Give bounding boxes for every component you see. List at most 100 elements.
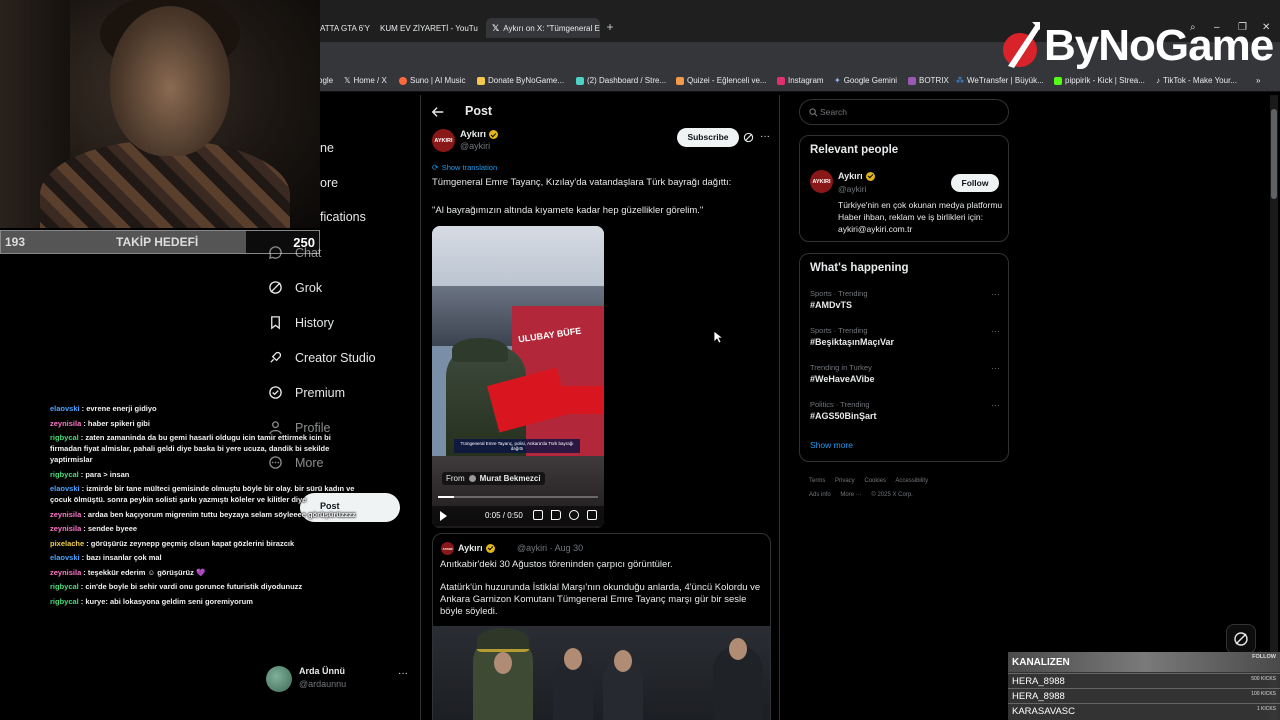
whats-happening-card: What's happening Sports · Trending #AMDv… bbox=[799, 253, 1009, 462]
chat-username[interactable]: elaovski bbox=[50, 404, 80, 413]
bookmark-item[interactable]: pippirik - Kick | Strea... bbox=[1054, 76, 1145, 85]
more-options-icon[interactable]: ··· bbox=[760, 131, 770, 142]
more-options-icon[interactable]: ··· bbox=[991, 326, 1000, 336]
chat-username[interactable]: rigbycal bbox=[50, 582, 79, 591]
video-time: 0:05 / 0:50 bbox=[485, 511, 523, 520]
video-progress-fill bbox=[438, 496, 454, 498]
bynogame-logo-mark bbox=[1003, 22, 1040, 68]
trend-item[interactable]: Sports · Trending #AMDvTS ··· bbox=[810, 289, 1000, 310]
nav-item-premium[interactable]: Premium bbox=[268, 385, 345, 400]
chat-username[interactable]: elaovski bbox=[50, 553, 80, 562]
captions-icon[interactable] bbox=[533, 510, 543, 520]
bookmark-item[interactable]: ✦ Google Gemini bbox=[834, 76, 897, 85]
chat-username[interactable]: zeynisila bbox=[50, 524, 81, 533]
author-name-row[interactable]: Aykırı bbox=[460, 129, 499, 140]
bookmark-item[interactable]: Donate ByNoGame... bbox=[477, 76, 564, 85]
account-switcher[interactable]: Arda Ünnü @ardaunnu ··· bbox=[266, 664, 416, 694]
bookmark-item[interactable]: BOTRIX bbox=[908, 76, 949, 85]
chat-username[interactable]: rigbycal bbox=[50, 433, 79, 442]
nav-item-notifications[interactable]: fications bbox=[320, 210, 366, 224]
account-more-icon[interactable]: ··· bbox=[398, 668, 408, 679]
trend-item[interactable]: Sports · Trending #BeşiktaşınMaçıVar ··· bbox=[810, 326, 1000, 347]
grok-explain-icon[interactable] bbox=[743, 132, 754, 143]
nav-item-home[interactable]: ne bbox=[320, 141, 334, 155]
bookmark-item[interactable]: Suno | AI Music bbox=[399, 76, 465, 85]
trend-item[interactable]: Politics · Trending #AGS50BinŞart ··· bbox=[810, 400, 1000, 421]
footer-link[interactable]: Cookies bbox=[864, 478, 886, 484]
quoted-author-name: Aykırı bbox=[458, 543, 483, 553]
author-avatar[interactable]: AYKIRI bbox=[432, 129, 455, 152]
chat-username[interactable]: zeynisila bbox=[50, 510, 81, 519]
trend-item[interactable]: Trending in Turkey #WeHaveAVibe ··· bbox=[810, 363, 1000, 384]
bookmark-item[interactable]: 𝕏 Home / X bbox=[344, 76, 387, 85]
more-options-icon[interactable]: ··· bbox=[991, 363, 1000, 373]
footer-link[interactable]: Accessibility bbox=[895, 478, 928, 484]
chat-message: zeynisila: haber spikeri gibi bbox=[50, 418, 360, 429]
search-input[interactable]: Search bbox=[799, 99, 1009, 125]
person-name-row[interactable]: Aykırı bbox=[838, 171, 875, 181]
person-handle: @aykiri bbox=[838, 184, 867, 194]
relevant-people-card: Relevant people AYKIRI Aykırı @aykiri Fo… bbox=[799, 135, 1009, 242]
bookmark-item[interactable]: ⁂ WeTransfer | Büyük... bbox=[956, 76, 1044, 85]
browser-tab-active[interactable]: 𝕏 Aykırı on X: "Tümgeneral E bbox=[486, 18, 600, 38]
chat-username[interactable]: rigbycal bbox=[50, 597, 79, 606]
video-source-label[interactable]: From Murat Bekmezci bbox=[442, 472, 545, 485]
footer-link[interactable]: Ads info bbox=[809, 492, 831, 498]
chat-username[interactable]: zeynisila bbox=[50, 568, 81, 577]
quoted-image[interactable] bbox=[433, 626, 770, 720]
bookmark-icon bbox=[271, 316, 280, 330]
video-caption: Tümgeneral Emre Tayanç, polisi, Ankara'd… bbox=[454, 439, 580, 453]
volume-icon[interactable] bbox=[551, 510, 561, 520]
nav-item-chat[interactable]: Chat bbox=[268, 245, 321, 260]
bookmark-item[interactable]: (2) Dashboard / Stre... bbox=[576, 76, 666, 85]
bookmark-item[interactable]: ♪ TikTok - Make Your... bbox=[1156, 76, 1237, 85]
bookmark-item[interactable]: Quizei - Eğlenceli ve... bbox=[676, 76, 767, 85]
subscribe-button[interactable]: Subscribe bbox=[677, 128, 739, 147]
quizei-icon bbox=[676, 76, 684, 85]
nav-item-label: History bbox=[295, 315, 334, 330]
footer-link[interactable]: Privacy bbox=[835, 478, 855, 484]
avatar[interactable]: AYKIRI bbox=[810, 170, 833, 193]
grok-floating-button[interactable] bbox=[1226, 624, 1256, 654]
bookmark-item[interactable]: ogle bbox=[318, 76, 333, 85]
tab-label: ATTA GTA 6'Y bbox=[320, 23, 370, 33]
browser-tab[interactable]: ATTA GTA 6'Y bbox=[314, 18, 370, 38]
play-icon[interactable] bbox=[440, 511, 447, 521]
card-title: Relevant people bbox=[810, 144, 899, 156]
chat-username[interactable]: elaovski bbox=[50, 484, 80, 493]
video-progress-bar[interactable] bbox=[438, 496, 598, 498]
nav-item-grok[interactable]: Grok bbox=[268, 280, 322, 295]
post-text: Tümgeneral Emre Tayanç, Kızılay'da vatan… bbox=[432, 177, 732, 188]
follow-button[interactable]: Follow bbox=[951, 174, 999, 192]
new-tab-button[interactable]: + bbox=[603, 20, 617, 34]
chat-text: : para > insan bbox=[80, 469, 130, 479]
footer-link[interactable]: More ··· bbox=[840, 492, 861, 498]
video-player[interactable]: ULUBAY BÜFE Tümgeneral Emre Tayanç, poli… bbox=[432, 226, 604, 528]
chat-username[interactable]: rigbycal bbox=[50, 470, 79, 479]
more-options-icon[interactable]: ··· bbox=[991, 400, 1000, 410]
more-options-icon[interactable]: ··· bbox=[991, 289, 1000, 299]
nav-item-creator-studio[interactable]: Creator Studio bbox=[268, 350, 376, 365]
show-more-link[interactable]: Show more bbox=[810, 440, 853, 450]
settings-icon[interactable] bbox=[569, 510, 579, 520]
chat-username[interactable]: zeynisila bbox=[50, 419, 81, 428]
scrollbar-thumb[interactable] bbox=[1271, 109, 1277, 199]
show-translation-link[interactable]: ⟳ Show translation bbox=[432, 163, 497, 172]
post-text-quote: "Al bayrağımızın altında kıyamete kadar … bbox=[432, 205, 704, 216]
footer-link[interactable]: Terms bbox=[809, 478, 825, 484]
page-scrollbar[interactable] bbox=[1270, 95, 1278, 720]
chat-username[interactable]: pixelache bbox=[50, 539, 84, 548]
fullscreen-icon[interactable] bbox=[587, 510, 597, 520]
quoted-post[interactable]: AYKIRI Aykırı @aykiri · Aug 30 Anıtkabir… bbox=[432, 533, 771, 720]
nav-item-explore[interactable]: ore bbox=[320, 176, 338, 190]
bynogame-logo: ByNoGame bbox=[1002, 18, 1274, 74]
back-arrow-icon[interactable] bbox=[431, 105, 445, 119]
copyright: © 2025 X Corp. bbox=[871, 492, 913, 498]
bookmark-item[interactable]: Instagram bbox=[777, 76, 824, 85]
nav-item-history[interactable]: History bbox=[268, 315, 334, 330]
browser-tab[interactable]: KUM EV ZİYARETİ - YouTu bbox=[370, 18, 482, 38]
quoted-meta: @aykiri · Aug 30 bbox=[517, 543, 584, 553]
author-handle[interactable]: @aykiri bbox=[460, 141, 490, 151]
leaderboard-row: HERA_8988 500 KICKS bbox=[1008, 673, 1280, 688]
bookmarks-overflow-button[interactable]: » bbox=[1256, 76, 1260, 85]
